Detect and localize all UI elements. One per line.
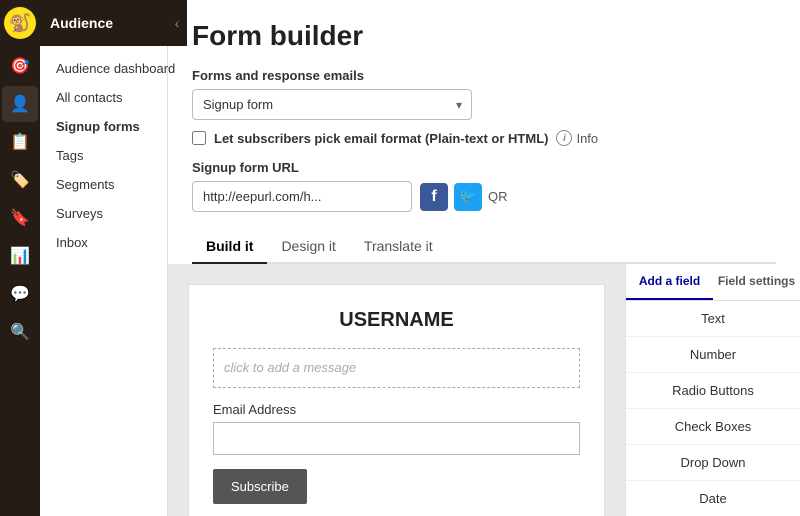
facebook-icon[interactable]: f	[420, 183, 448, 211]
sidebar-nav: Audience dashboard All contacts Signup f…	[40, 46, 187, 516]
sidebar-icon-tags[interactable]: 🏷️	[2, 162, 38, 198]
info-icon: i	[556, 130, 572, 146]
sidebar-icon-segments[interactable]: 🔖	[2, 200, 38, 236]
tab-translate-it[interactable]: Translate it	[350, 230, 447, 264]
form-select-wrapper: Signup form ▾	[192, 89, 472, 120]
sidebar-icon-audience[interactable]: 🎯	[2, 48, 38, 84]
logo-area: 🐒	[0, 0, 40, 46]
email-label: Email Address	[213, 402, 580, 417]
tabs: Build it Design it Translate it	[192, 230, 776, 264]
twitter-icon[interactable]: 🐦	[454, 183, 482, 211]
tab-design-it[interactable]: Design it	[267, 230, 349, 264]
tab-build-it[interactable]: Build it	[192, 230, 267, 264]
field-item-text[interactable]: Text	[626, 301, 800, 337]
social-icons: f 🐦 QR	[420, 183, 508, 211]
field-item-dropdown[interactable]: Drop Down	[626, 445, 800, 481]
form-username: USERNAME	[213, 309, 580, 332]
nav-header: Audience ‹	[40, 0, 187, 46]
field-list: Text Number Radio Buttons Check Boxes Dr…	[626, 301, 800, 516]
nav-item-tags[interactable]: Tags	[40, 141, 187, 170]
form-preview: USERNAME click to add a message Email Ad…	[188, 284, 605, 516]
message-area[interactable]: click to add a message	[213, 348, 580, 388]
nav-item-dashboard[interactable]: Audience dashboard	[40, 54, 187, 83]
forms-label: Forms and response emails	[192, 68, 776, 83]
checkbox-label: Let subscribers pick email format (Plain…	[214, 131, 548, 146]
subscribe-button[interactable]: Subscribe	[213, 469, 307, 504]
field-item-radio[interactable]: Radio Buttons	[626, 373, 800, 409]
url-row: f 🐦 QR	[192, 181, 776, 212]
field-item-number[interactable]: Number	[626, 337, 800, 373]
sidebar-icon-surveys[interactable]: 📊	[2, 238, 38, 274]
nav-item-segments[interactable]: Segments	[40, 170, 187, 199]
message-placeholder: click to add a message	[224, 360, 356, 375]
email-format-checkbox[interactable]	[192, 131, 206, 145]
page-header: Form builder Forms and response emails S…	[168, 0, 800, 222]
right-panel-tabs: Add a field Field settings	[626, 264, 800, 301]
nav-item-surveys[interactable]: Surveys	[40, 199, 187, 228]
audience-title: Audience	[50, 15, 113, 31]
info-badge[interactable]: i Info	[556, 130, 598, 146]
info-label: Info	[576, 131, 598, 146]
sidebar-icon-forms[interactable]: 📋	[2, 124, 38, 160]
field-item-date[interactable]: Date	[626, 481, 800, 516]
form-preview-wrapper: USERNAME click to add a message Email Ad…	[168, 264, 625, 516]
nav-item-all-contacts[interactable]: All contacts	[40, 83, 187, 112]
url-section-label: Signup form URL	[192, 160, 776, 175]
nav-item-inbox[interactable]: Inbox	[40, 228, 187, 257]
right-tab-add-field[interactable]: Add a field	[626, 264, 713, 300]
right-panel: Add a field Field settings Text Number R…	[625, 264, 800, 516]
form-select[interactable]: Signup form	[192, 89, 472, 120]
text-nav: Audience ‹ Audience dashboard All contac…	[40, 0, 187, 516]
sidebar-icon-inbox[interactable]: 💬	[2, 276, 38, 312]
mailchimp-logo: 🐒	[4, 7, 36, 39]
sidebar-icon-search[interactable]: 🔍	[2, 314, 38, 350]
sidebar: 🐒 🎯 👤 📋 🏷️ 🔖 📊 💬 🔍 Audience ‹ Audience d…	[0, 0, 168, 516]
url-input[interactable]	[192, 181, 412, 212]
page-title: Form builder	[192, 20, 776, 52]
email-input[interactable]	[213, 422, 580, 455]
field-item-checkboxes[interactable]: Check Boxes	[626, 409, 800, 445]
right-tab-field-settings[interactable]: Field settings	[713, 264, 800, 300]
qr-link[interactable]: QR	[488, 189, 508, 204]
content-area: USERNAME click to add a message Email Ad…	[168, 264, 800, 516]
nav-item-signup-forms[interactable]: Signup forms	[40, 112, 187, 141]
form-select-row: Signup form ▾	[192, 89, 776, 120]
url-section: Signup form URL f 🐦 QR	[192, 160, 776, 212]
icon-rail: 🐒 🎯 👤 📋 🏷️ 🔖 📊 💬 🔍	[0, 0, 40, 516]
sidebar-icon-contacts[interactable]: 👤	[2, 86, 38, 122]
main-content: Form builder Forms and response emails S…	[168, 0, 800, 516]
checkbox-row: Let subscribers pick email format (Plain…	[192, 130, 776, 146]
